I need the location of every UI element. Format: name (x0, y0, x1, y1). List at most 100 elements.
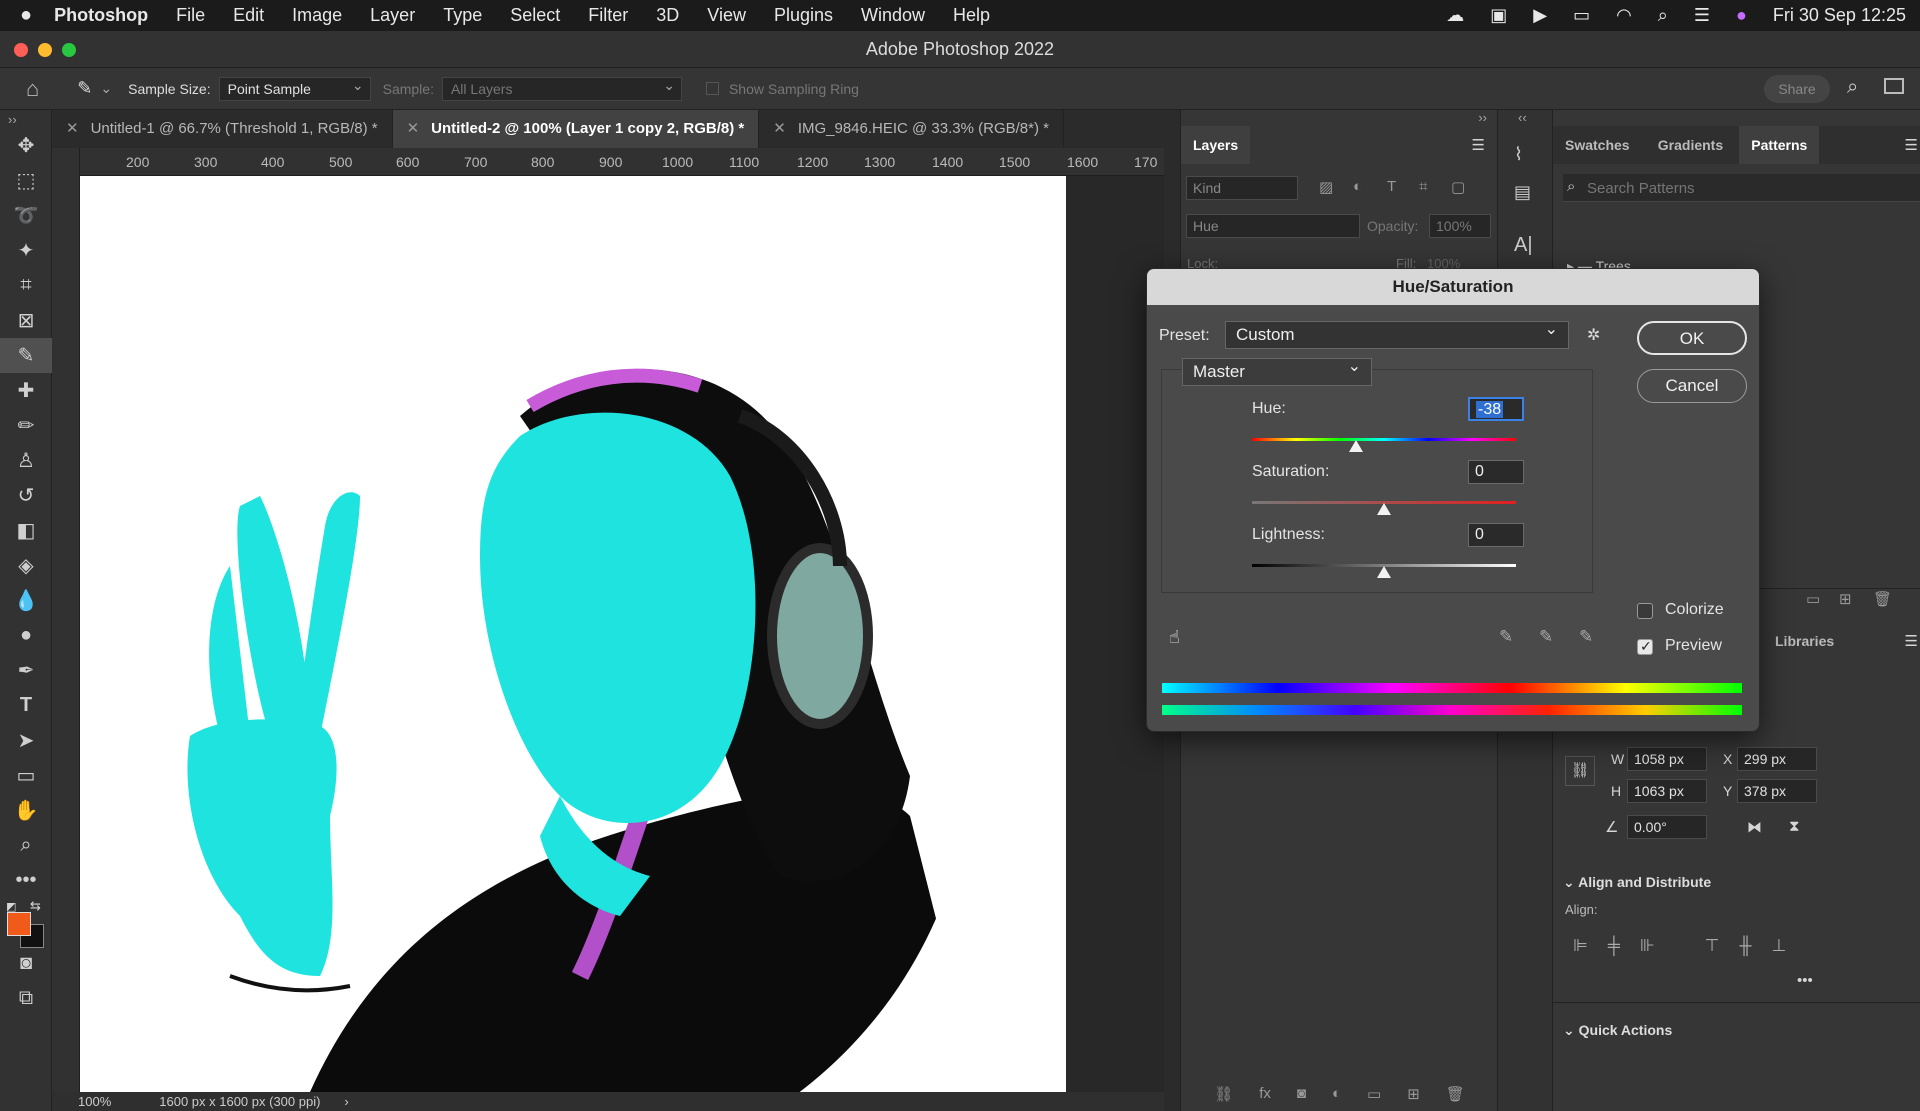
quick-mask-icon[interactable]: ◙ (0, 946, 52, 981)
share-button[interactable]: Share (1764, 75, 1830, 103)
menu-app-photoshop[interactable]: Photoshop (54, 5, 148, 26)
preview-checkbox[interactable] (1637, 638, 1653, 655)
show-ring-checkbox[interactable] (705, 82, 719, 95)
strip-collapse-icon[interactable]: ‹‹ (1498, 110, 1552, 125)
menu-window[interactable]: Window (861, 5, 925, 26)
move-tool-icon[interactable]: ✥ (0, 128, 52, 163)
filter-smart-object-icon[interactable]: ▢ (1451, 178, 1465, 196)
menu-3d[interactable]: 3D (656, 5, 679, 26)
eyedropper-preset-icon[interactable]: ✎ (77, 78, 92, 99)
eyedropper-add-icon[interactable]: ✎ (1539, 627, 1553, 647)
patterns-search[interactable]: ⌕ (1563, 174, 1920, 202)
close-tab-icon[interactable]: ✕ (773, 120, 786, 137)
flip-horizontal-icon[interactable]: ⧓ (1747, 818, 1762, 836)
layers-collapse-icon[interactable]: ›› (1478, 110, 1487, 125)
comments-panel-icon[interactable]: ▤ (1514, 182, 1531, 203)
preset-options-gear-icon[interactable]: ✲ (1587, 325, 1600, 345)
marquee-tool-icon[interactable]: ⬚ (0, 163, 52, 198)
new-layer-icon[interactable]: ⊞ (1407, 1085, 1420, 1111)
channel-select[interactable]: Master (1182, 354, 1372, 386)
tab-untitled-1[interactable]: ✕ Untitled-1 @ 66.7% (Threshold 1, RGB/8)… (52, 110, 393, 148)
color-swatches[interactable]: ◩ ⇆ (0, 898, 51, 948)
toolbar-collapse-icon[interactable]: ›› (0, 110, 51, 128)
align-left-icon[interactable]: ⊫ (1573, 936, 1588, 956)
zoom-level[interactable]: 100% (78, 1094, 111, 1109)
menu-image[interactable]: Image (292, 5, 342, 26)
sample-select[interactable]: All Layers (441, 74, 682, 101)
rectangle-tool-icon[interactable]: ▭ (0, 758, 52, 793)
filter-adjustment-icon[interactable]: ◐ (1353, 178, 1362, 195)
blur-tool-icon[interactable]: 💧 (0, 583, 52, 618)
crop-tool-icon[interactable]: ⌗ (0, 268, 52, 303)
menu-type[interactable]: Type (443, 5, 482, 26)
stamp-tool-icon[interactable]: ♙ (0, 443, 52, 478)
align-bottom-icon[interactable]: ⊥ (1772, 936, 1787, 956)
colorize-checkbox[interactable] (1637, 603, 1653, 619)
quick-actions-header[interactable]: ⌄ Quick Actions (1563, 1022, 1672, 1039)
canvas-area[interactable] (80, 176, 1164, 1098)
saturation-slider-thumb[interactable] (1377, 503, 1391, 515)
layers-menu-icon[interactable]: ☰ (1472, 136, 1485, 154)
search-icon[interactable]: ⌕ (1847, 76, 1858, 99)
preset-select[interactable]: Custom (1225, 317, 1569, 349)
control-center-icon[interactable]: ☰ (1694, 5, 1710, 26)
align-center-h-icon[interactable]: ╪ (1608, 936, 1620, 956)
lightness-field[interactable]: 0 (1468, 523, 1524, 547)
zoom-window-button[interactable] (62, 43, 76, 57)
align-top-icon[interactable]: ⊤ (1705, 936, 1720, 956)
zoom-tool-icon[interactable]: ⌕ (0, 828, 52, 863)
cancel-button[interactable]: Cancel (1637, 369, 1747, 403)
more-tools-icon[interactable]: ••• (0, 863, 52, 898)
menu-select[interactable]: Select (510, 5, 560, 26)
new-pattern-icon[interactable]: ⊞ (1839, 590, 1852, 608)
pen-tool-icon[interactable]: ✒ (0, 653, 52, 688)
siri-icon[interactable]: ● (1736, 5, 1747, 26)
character-panel-icon[interactable]: A| (1514, 234, 1533, 257)
flip-vertical-icon[interactable]: ⧗ (1789, 818, 1800, 835)
eraser-tool-icon[interactable]: ◧ (0, 513, 52, 548)
targeted-adjustment-hand-icon[interactable]: ☝ (1169, 627, 1180, 648)
menu-view[interactable]: View (707, 5, 746, 26)
home-icon[interactable]: ⌂ (26, 76, 39, 102)
type-tool-icon[interactable]: T (0, 688, 52, 723)
eyedropper-icon[interactable]: ✎ (1499, 627, 1513, 647)
screen-mirror-icon[interactable]: ▣ (1490, 5, 1507, 26)
tab-libraries[interactable]: Libraries (1763, 622, 1846, 660)
paint-bucket-tool-icon[interactable]: ◈ (0, 548, 52, 583)
x-field[interactable]: 299 px (1737, 747, 1817, 771)
magic-wand-tool-icon[interactable]: ✦ (0, 233, 52, 268)
history-brush-tool-icon[interactable]: ↺ (0, 478, 52, 513)
menu-layer[interactable]: Layer (370, 5, 415, 26)
histogram-panel-icon[interactable]: ⌇ (1514, 144, 1523, 165)
y-field[interactable]: 378 px (1737, 779, 1817, 803)
menu-plugins[interactable]: Plugins (774, 5, 833, 26)
screen-mode-icon[interactable]: ⧉ (0, 981, 52, 1016)
menu-edit[interactable]: Edit (233, 5, 264, 26)
hue-slider-thumb[interactable] (1349, 440, 1364, 452)
menu-filter[interactable]: Filter (588, 5, 628, 26)
eyedropper-subtract-icon[interactable]: ✎ (1579, 627, 1593, 647)
filter-type-icon[interactable]: T (1387, 178, 1396, 195)
tab-img-9846[interactable]: ✕ IMG_9846.HEIC @ 33.3% (RGB/8*) * (759, 110, 1064, 148)
libraries-menu-icon[interactable]: ☰ (1905, 632, 1918, 650)
filter-pixel-icon[interactable]: ▨ (1319, 178, 1333, 196)
layer-mask-icon[interactable]: ◙ (1297, 1085, 1306, 1111)
align-section-header[interactable]: ⌄ Align and Distribute (1563, 874, 1711, 891)
eyedropper-tool-icon[interactable]: ✎ (0, 338, 52, 373)
lasso-tool-icon[interactable]: ➰ (0, 198, 52, 233)
hue-slider-track[interactable] (1252, 438, 1516, 441)
blend-mode-select[interactable]: Hue (1186, 214, 1360, 238)
ok-button[interactable]: OK (1637, 321, 1747, 355)
patterns-menu-icon[interactable]: ☰ (1905, 136, 1918, 154)
workspace-icon[interactable] (1884, 78, 1904, 94)
tab-swatches[interactable]: Swatches (1553, 126, 1642, 164)
new-pattern-group-icon[interactable]: ▭ (1806, 590, 1820, 608)
filter-shape-icon[interactable]: ⌗ (1419, 178, 1427, 195)
height-field[interactable]: 1063 px (1627, 779, 1707, 803)
new-group-icon[interactable]: ▭ (1367, 1085, 1381, 1111)
close-tab-icon[interactable]: ✕ (66, 120, 79, 137)
align-middle-v-icon[interactable]: ╫ (1739, 936, 1751, 956)
adjustment-layer-icon[interactable]: ◐ (1332, 1085, 1341, 1111)
layer-style-icon[interactable]: fx (1259, 1085, 1271, 1111)
path-selection-tool-icon[interactable]: ➤ (0, 723, 52, 758)
